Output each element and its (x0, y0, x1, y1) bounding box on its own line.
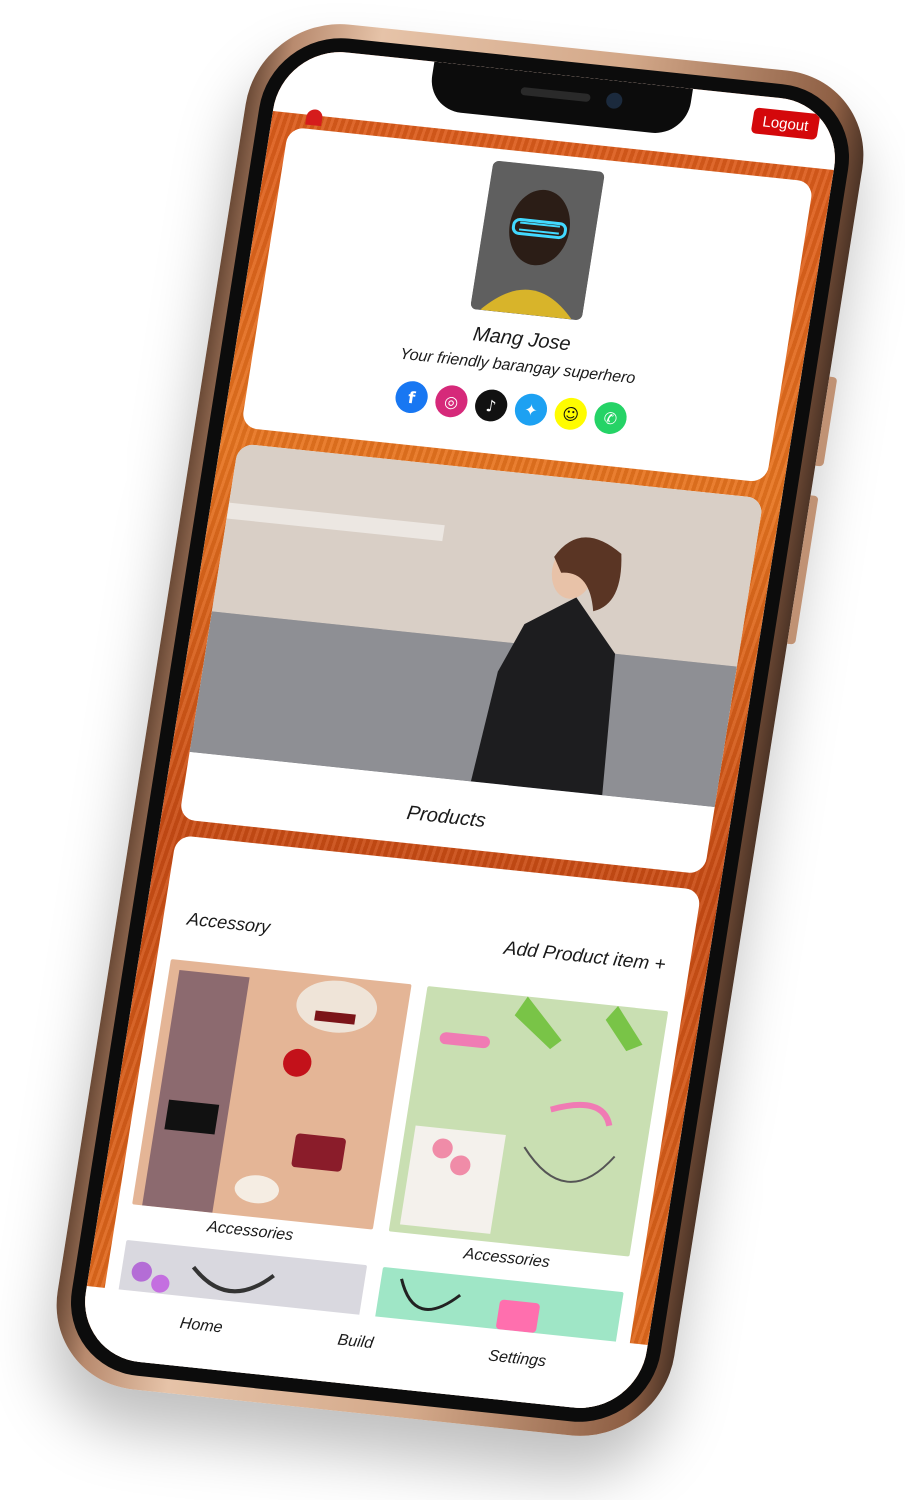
add-product-item-button[interactable]: Add Product item + (502, 938, 668, 977)
volume-button (815, 376, 838, 467)
mockup-stage: Logout Mang Jose Your friendly barangay … (0, 0, 905, 1500)
product-image (388, 986, 669, 1257)
tab-home[interactable]: Home (172, 1313, 230, 1338)
hero-photo (189, 443, 764, 808)
phone-frame: Logout Mang Jose Your friendly barangay … (43, 15, 877, 1445)
product-image (132, 959, 412, 1230)
avatar[interactable] (470, 160, 605, 321)
heart-icon (305, 108, 324, 127)
phone-bezel: Logout Mang Jose Your friendly barangay … (59, 30, 861, 1430)
snapchat-icon[interactable]: ☺ (552, 396, 590, 432)
twitter-icon[interactable]: ✦ (512, 392, 550, 428)
facebook-icon[interactable]: f (393, 379, 431, 415)
tab-build[interactable]: Build (330, 1330, 380, 1355)
product-photo (399, 996, 643, 1234)
whatsapp-icon[interactable]: ✆ (592, 400, 629, 436)
phone-screen: Logout Mang Jose Your friendly barangay … (75, 45, 845, 1415)
avatar-image (470, 160, 605, 321)
product-card[interactable]: Accessories (128, 959, 412, 1253)
section-title: Accessory (185, 908, 272, 938)
front-camera (605, 91, 624, 110)
tiktok-icon[interactable]: ♪ (472, 387, 510, 423)
tab-settings[interactable]: Settings (481, 1346, 554, 1373)
speaker-grille (520, 86, 592, 103)
product-card[interactable]: Accessories (385, 986, 669, 1280)
products-hero-card[interactable]: Products (178, 443, 764, 875)
hero-image (189, 443, 764, 808)
product-photo (141, 969, 378, 1215)
instagram-icon[interactable]: ◎ (432, 383, 470, 419)
profile-card: Mang Jose Your friendly barangay superhe… (240, 126, 814, 483)
